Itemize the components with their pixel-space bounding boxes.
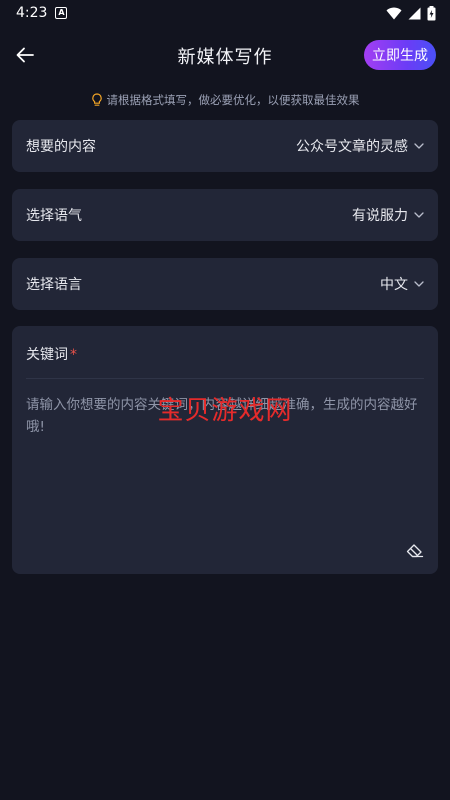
chevron-down-icon	[414, 212, 424, 218]
keywords-label-row: 关键词 *	[26, 344, 77, 364]
language-label: 选择语言	[26, 277, 82, 293]
language-value-wrap: 中文	[380, 274, 424, 294]
chevron-down-icon	[414, 143, 424, 149]
status-time: 4:23	[16, 5, 48, 21]
content-type-card: 想要的内容 公众号文章的灵感	[12, 120, 438, 172]
keywords-card: 关键词 *	[12, 326, 438, 574]
status-right	[386, 5, 436, 21]
content-type-value-wrap: 公众号文章的灵感	[296, 136, 424, 156]
app-header: 新媒体写作 立即生成	[0, 26, 450, 84]
divider	[26, 378, 424, 379]
clear-button[interactable]	[404, 542, 426, 560]
cellular-signal-icon	[408, 7, 421, 19]
notification-app-letter: A	[58, 8, 65, 17]
tone-value: 有说服力	[352, 208, 408, 224]
required-mark: *	[70, 347, 77, 363]
status-bar: 4:23 A	[0, 0, 450, 26]
hint-row: 请根据格式填写，做必要优化，以便获取最佳效果	[0, 92, 450, 108]
language-value: 中文	[380, 277, 408, 293]
status-left: 4:23 A	[16, 5, 68, 21]
chevron-down-icon	[414, 281, 424, 287]
content-type-label: 想要的内容	[26, 139, 96, 155]
eraser-icon	[406, 544, 424, 558]
battery-icon	[427, 5, 436, 20]
language-card: 选择语言 中文	[12, 258, 438, 310]
generate-now-button[interactable]: 立即生成	[364, 40, 436, 70]
lightbulb-icon	[91, 93, 102, 106]
notification-app-icon: A	[55, 7, 68, 19]
content-type-value: 公众号文章的灵感	[296, 139, 408, 155]
tone-label: 选择语气	[26, 208, 82, 224]
tone-card: 选择语气 有说服力	[12, 189, 438, 241]
hint-text: 请根据格式填写，做必要优化，以便获取最佳效果	[106, 93, 360, 107]
keywords-input[interactable]	[26, 386, 424, 544]
tone-select[interactable]: 选择语气 有说服力	[12, 189, 438, 241]
content-type-select[interactable]: 想要的内容 公众号文章的灵感	[12, 120, 438, 172]
wifi-icon	[386, 7, 402, 19]
language-select[interactable]: 选择语言 中文	[12, 258, 438, 310]
tone-value-wrap: 有说服力	[352, 205, 424, 225]
keywords-label: 关键词	[26, 347, 68, 363]
